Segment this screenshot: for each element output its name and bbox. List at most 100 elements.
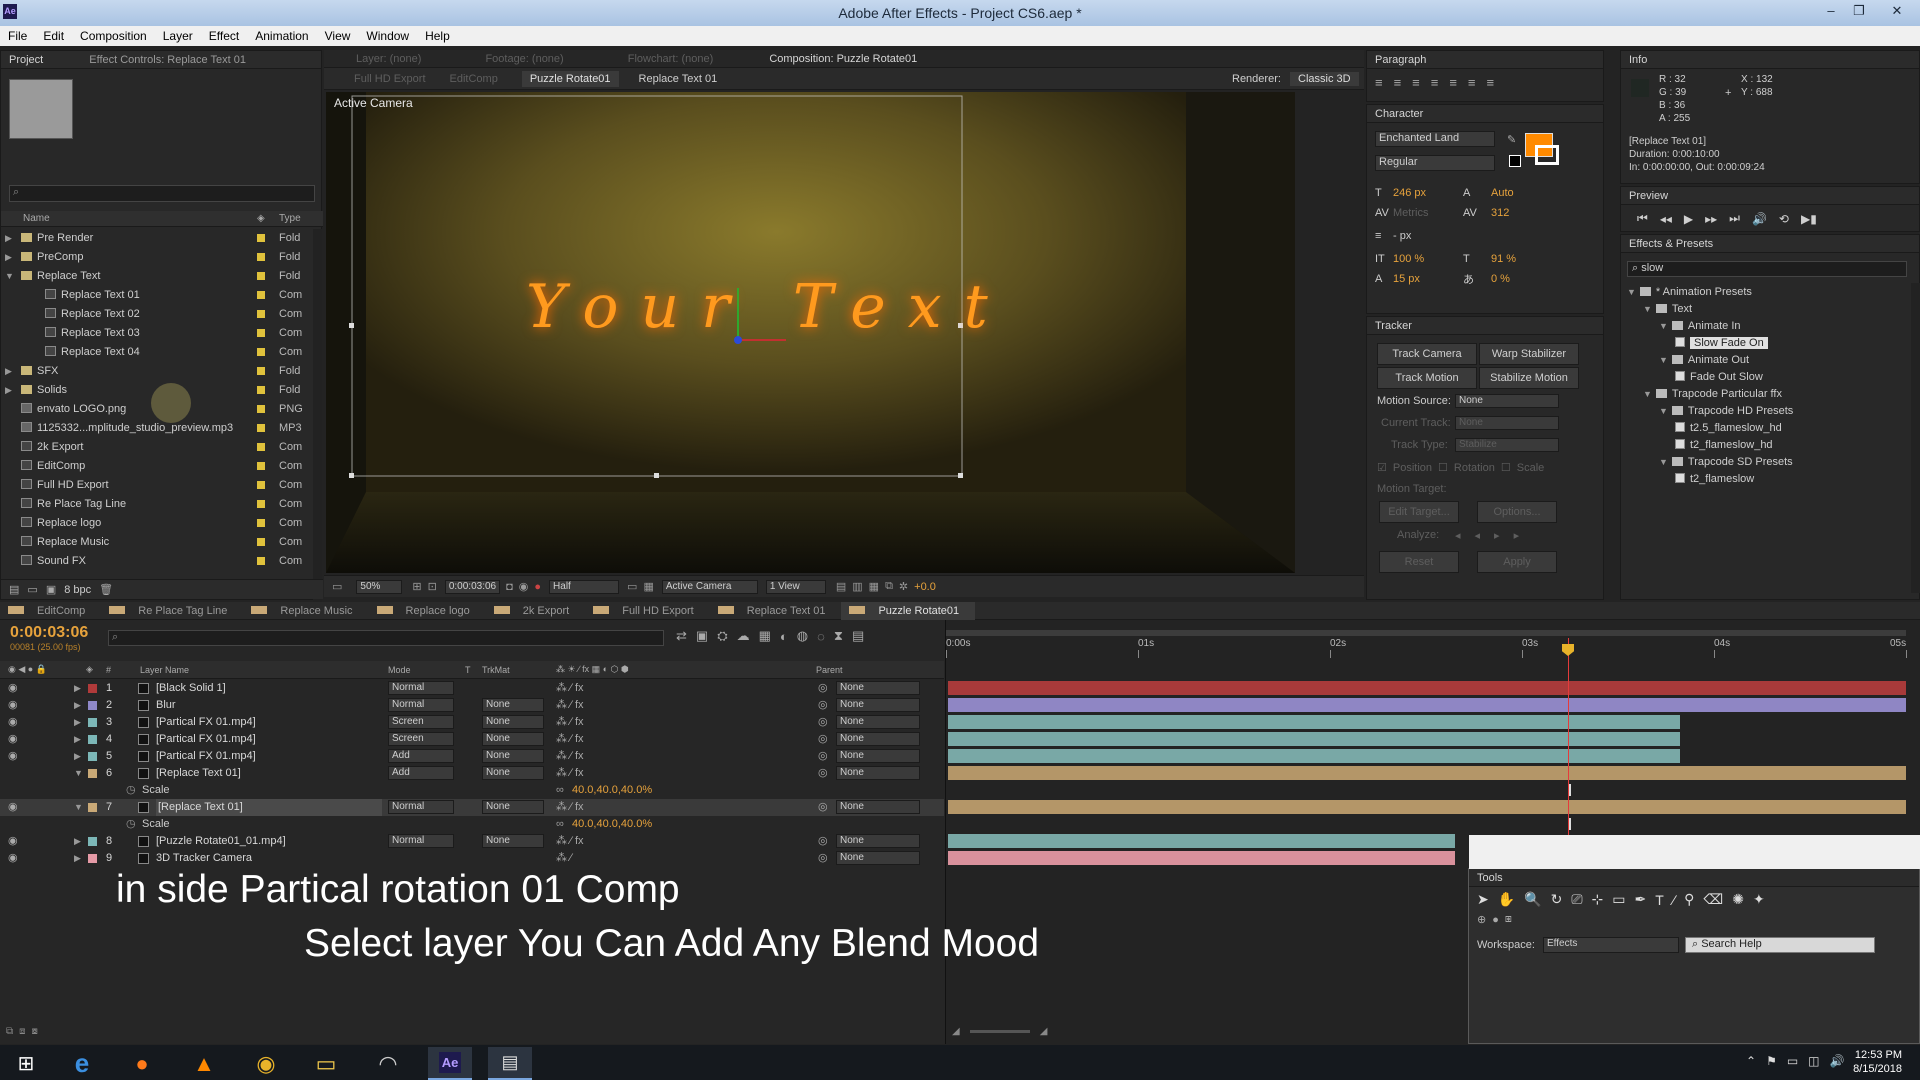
always-preview-icon[interactable]: ▭: [332, 580, 342, 593]
eye-icon[interactable]: ◉: [8, 799, 18, 816]
stroke-width-value[interactable]: - px: [1393, 230, 1463, 242]
brainstorm-icon[interactable]: ◍: [797, 628, 808, 644]
tracker-title[interactable]: Tracker: [1367, 320, 1420, 332]
pick-whip-icon[interactable]: ◎: [818, 748, 828, 765]
analyze-controls-icon[interactable]: ◂◂▸▸: [1455, 529, 1533, 542]
label-swatch[interactable]: [257, 500, 265, 508]
label-swatch[interactable]: [257, 424, 265, 432]
layer-parent-select[interactable]: None: [836, 851, 920, 865]
show-snapshot-icon[interactable]: ◉: [519, 580, 529, 593]
disclosure-closed-icon[interactable]: ▶: [74, 680, 81, 697]
selection-tool-icon[interactable]: ➤: [1477, 891, 1489, 908]
effects-tree-item[interactable]: t2_flameslow_hd: [1675, 436, 1773, 454]
layer-trkmat-select[interactable]: None: [482, 834, 544, 848]
tab-timeline-2k-export[interactable]: 2k Export: [486, 602, 585, 620]
search-help-input[interactable]: ⌕ Search Help: [1685, 937, 1875, 953]
expand-modes-icon[interactable]: ⧈: [19, 1026, 25, 1037]
project-item[interactable]: Replace Text 01 Com: [1, 286, 311, 304]
expand-switches-icon[interactable]: ⧉: [6, 1026, 13, 1037]
tab-timeline-re-place-tag-line[interactable]: Re Place Tag Line: [101, 602, 243, 620]
project-item[interactable]: Full HD Export Com: [1, 476, 311, 494]
hand-tool-icon[interactable]: ✋: [1498, 891, 1515, 908]
disclosure-closed-icon[interactable]: ▶: [5, 248, 12, 266]
fast-preview-icon[interactable]: ▥: [852, 580, 862, 593]
disclosure-open-icon[interactable]: ▼: [74, 799, 83, 816]
tab-effect-controls[interactable]: Effect Controls: Replace Text 01: [81, 54, 254, 66]
layer-mode-select[interactable]: Add: [388, 749, 454, 763]
composition-canvas[interactable]: Active Camera Your Text: [326, 92, 1295, 573]
exposure-icon[interactable]: ✲: [899, 580, 908, 593]
tab-timeline-editcomp[interactable]: EditComp: [0, 602, 101, 620]
project-item[interactable]: 2k Export Com: [1, 438, 311, 456]
layer-name[interactable]: [Partical FX 01.mp4]: [156, 714, 256, 731]
pick-whip-icon[interactable]: ◎: [818, 680, 828, 697]
label-swatch[interactable]: [257, 519, 265, 527]
options-button[interactable]: Options...: [1477, 501, 1557, 523]
zoom-select[interactable]: 50%: [356, 579, 403, 594]
label-swatch[interactable]: [257, 367, 265, 375]
loop-icon[interactable]: ⟲: [1779, 212, 1789, 226]
motion-blur-icon[interactable]: ◐: [780, 629, 788, 644]
preview-title[interactable]: Preview: [1621, 190, 1676, 202]
layer-trkmat-select[interactable]: None: [482, 698, 544, 712]
camera-tool-icon[interactable]: ⎚: [1571, 891, 1582, 908]
tab-timeline-replace-text-01[interactable]: Replace Text 01: [710, 602, 842, 620]
apply-button[interactable]: Apply: [1477, 551, 1557, 573]
label-swatch[interactable]: [257, 234, 265, 242]
column-mode[interactable]: Mode: [388, 665, 411, 675]
zoom-slider[interactable]: ◢ ◢: [952, 1026, 1047, 1037]
restore-icon[interactable]: ❐: [1846, 2, 1872, 20]
layer-name[interactable]: [Partical FX 01.mp4]: [156, 731, 256, 748]
label-swatch[interactable]: [257, 348, 265, 356]
chrome-icon[interactable]: ◉: [244, 1047, 288, 1080]
menu-view[interactable]: View: [317, 26, 359, 46]
effects-tree-item[interactable]: ▼ Text: [1643, 300, 1692, 318]
disclosure-closed-icon[interactable]: ▶: [74, 697, 81, 714]
effects-scrollbar[interactable]: [1911, 283, 1920, 593]
next-frame-icon[interactable]: ▸▸: [1705, 212, 1717, 226]
layer-label-color[interactable]: [88, 735, 97, 744]
eye-icon[interactable]: ◉: [8, 748, 18, 765]
layer-label-color[interactable]: [88, 701, 97, 710]
position-checkbox[interactable]: ☑: [1377, 461, 1387, 474]
new-folder-icon[interactable]: ▭: [27, 583, 37, 596]
effects-presets-title[interactable]: Effects & Presets: [1621, 238, 1721, 250]
expand-stretch-icon[interactable]: ⧇: [32, 1026, 38, 1037]
menu-layer[interactable]: Layer: [155, 26, 201, 46]
local-axis-icon[interactable]: ⊕: [1477, 913, 1486, 926]
frame-blending-icon[interactable]: ▦: [759, 628, 771, 644]
paragraph-title[interactable]: Paragraph: [1367, 54, 1434, 66]
disclosure-closed-icon[interactable]: ▶: [5, 381, 12, 399]
time-ruler[interactable]: 0:00s 01s 02s 03s 04s 05s: [946, 638, 1907, 678]
audio-icon[interactable]: 🔊: [1752, 212, 1767, 226]
label-swatch[interactable]: [257, 253, 265, 261]
project-scrollbar[interactable]: [313, 229, 322, 619]
tab-timeline-full-hd-export[interactable]: Full HD Export: [585, 602, 710, 620]
layer-parent-select[interactable]: None: [836, 834, 920, 848]
vertical-scale-value[interactable]: 100 %: [1393, 253, 1463, 265]
pen-tool-icon[interactable]: ✒: [1635, 891, 1647, 908]
project-item[interactable]: Re Place Tag Line Com: [1, 495, 311, 513]
layer-property-row[interactable]: ◷ Scale ∞ 40.0,40.0,40.0%: [0, 782, 944, 799]
label-swatch[interactable]: [257, 386, 265, 394]
property-value[interactable]: 40.0,40.0,40.0%: [572, 816, 652, 833]
column-name[interactable]: Name: [23, 213, 50, 224]
layer-duration-bar[interactable]: [948, 732, 1680, 746]
first-frame-icon[interactable]: ⏮: [1637, 211, 1648, 226]
clone-stamp-tool-icon[interactable]: ⚲: [1684, 891, 1694, 908]
layer-name[interactable]: [Partical FX 01.mp4]: [156, 748, 256, 765]
menu-help[interactable]: Help: [417, 26, 458, 46]
effects-tree-item[interactable]: Fade Out Slow: [1675, 368, 1763, 386]
layer-name[interactable]: [Replace Text 01]: [156, 765, 241, 782]
reset-button[interactable]: Reset: [1379, 551, 1459, 573]
play-icon[interactable]: ▶: [1684, 212, 1693, 226]
layer-duration-bar[interactable]: [948, 715, 1680, 729]
disclosure-open-icon[interactable]: ▼: [1643, 304, 1652, 314]
track-type-select[interactable]: Stabilize: [1455, 438, 1559, 452]
layer-name[interactable]: 3D Tracker Camera: [156, 850, 252, 867]
layer-trkmat-select[interactable]: None: [482, 766, 544, 780]
edit-target-button[interactable]: Edit Target...: [1379, 501, 1459, 523]
explorer-icon[interactable]: ▭: [304, 1047, 348, 1080]
fit-icon[interactable]: ⊞: [412, 580, 421, 593]
label-swatch[interactable]: [257, 310, 265, 318]
